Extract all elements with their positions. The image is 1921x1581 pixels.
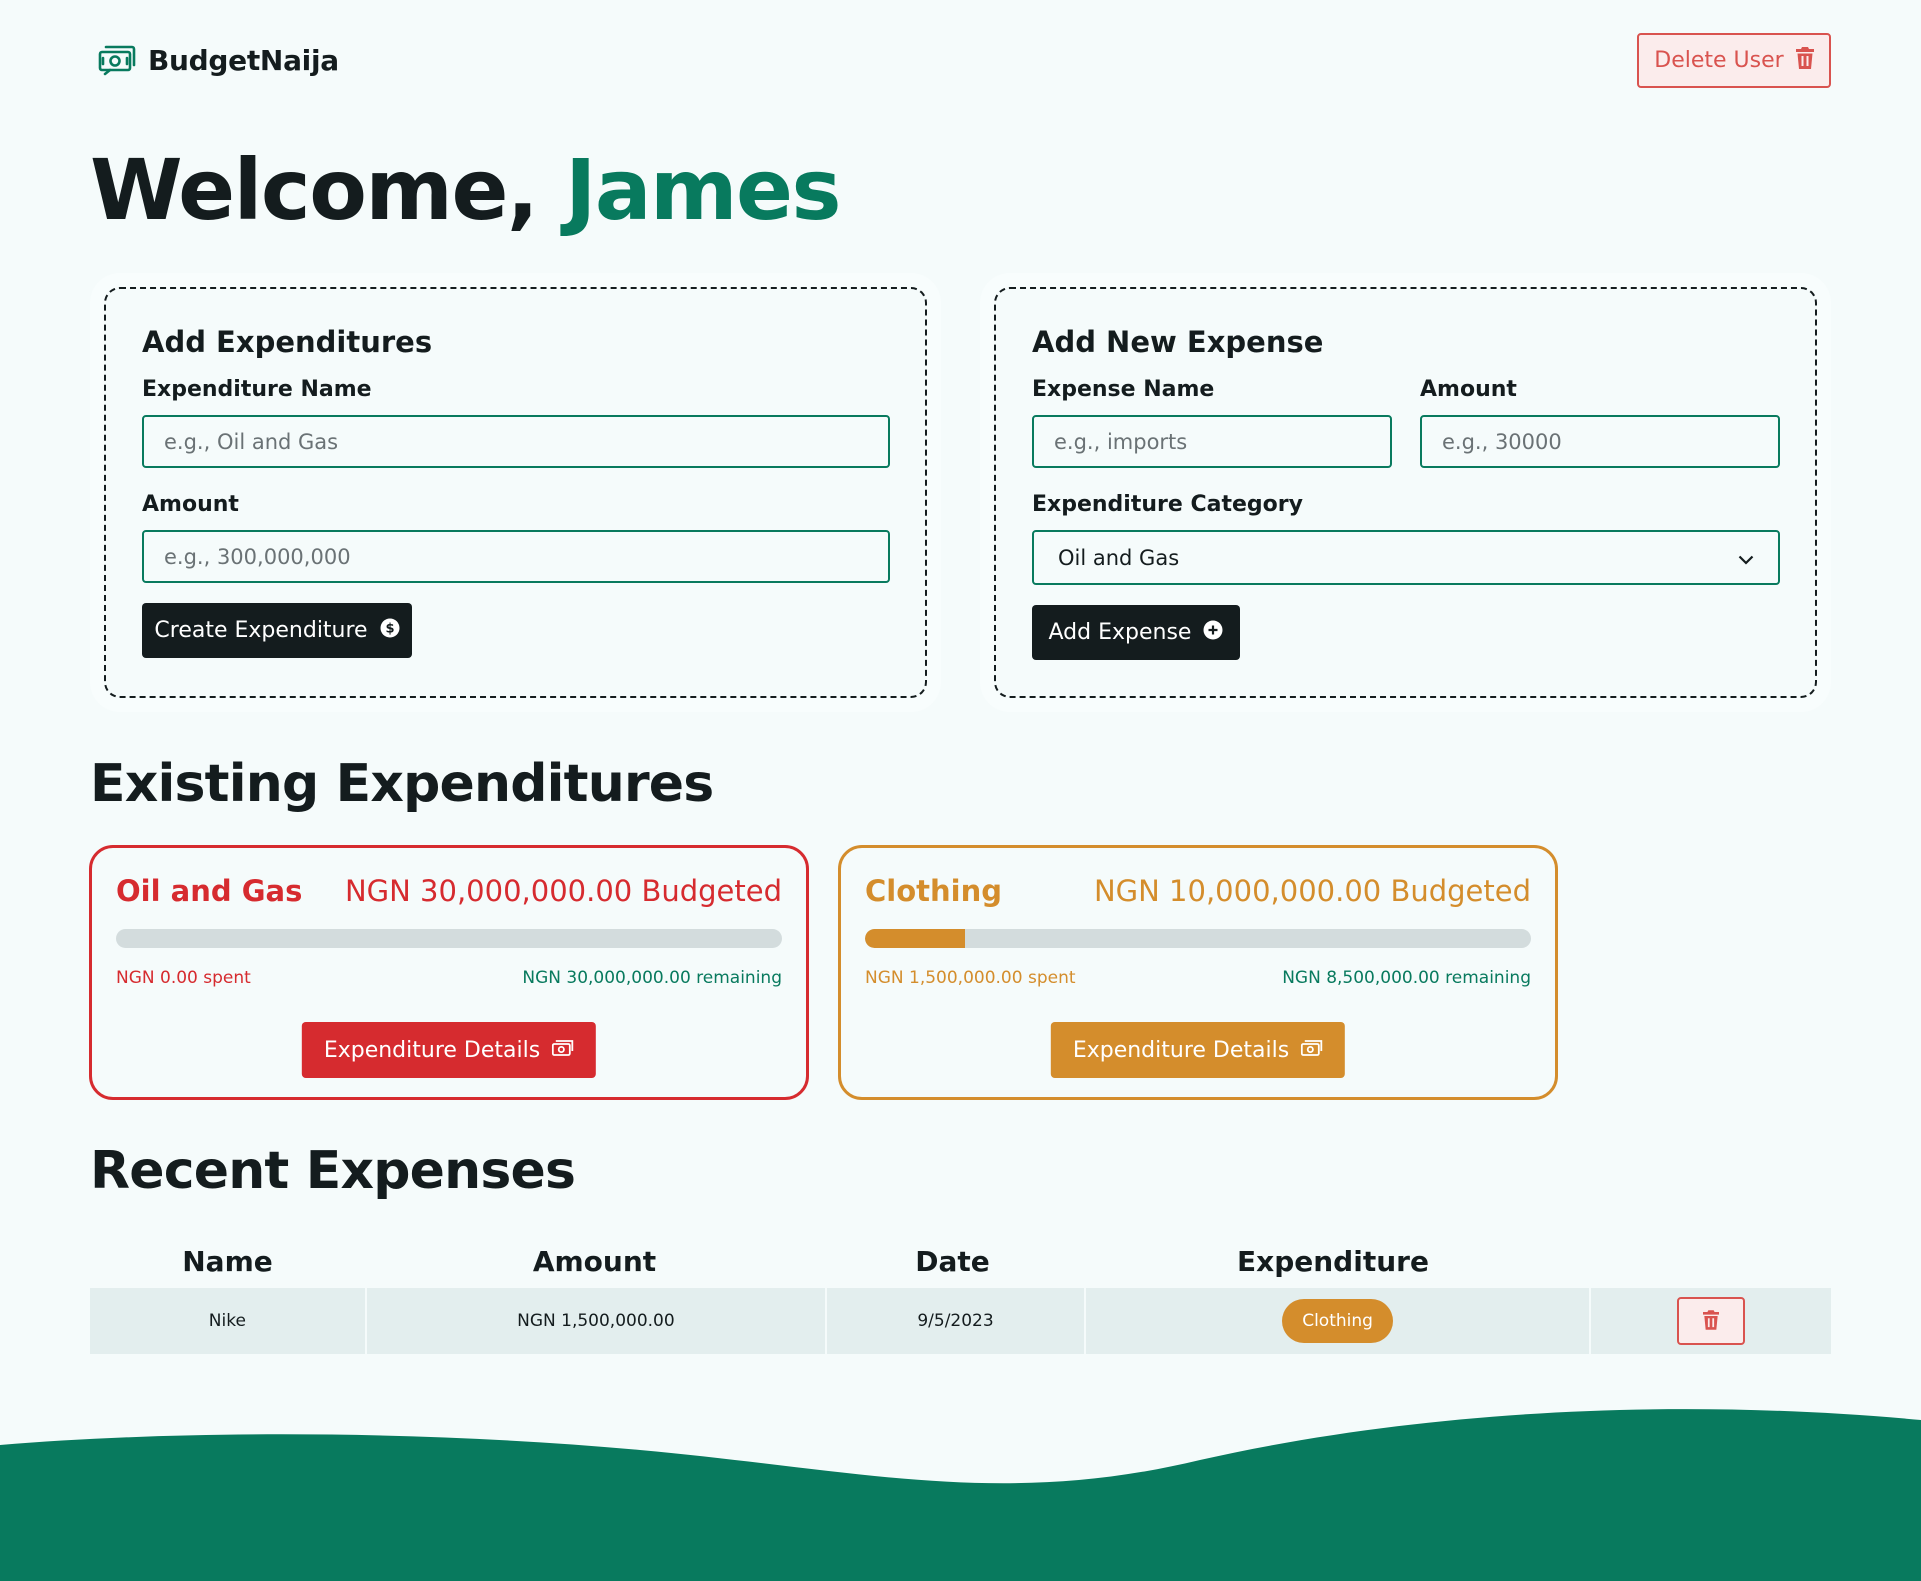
expenditure-card-name: Clothing [865, 874, 1002, 908]
expenditure-amount-input[interactable] [142, 530, 890, 583]
delete-user-label: Delete User [1654, 48, 1784, 73]
expenditure-details-button[interactable]: Expenditure Details [1050, 1022, 1346, 1078]
expenditure-card-budgeted: NGN 10,000,000.00 Budgeted [1093, 874, 1531, 908]
expenditure-card-remaining: NGN 8,500,000.00 remaining [1282, 968, 1531, 988]
add-expense-button[interactable]: Add Expense [1032, 605, 1240, 660]
dollar-circle-icon: $ [380, 618, 400, 644]
column-header-name: Name [182, 1244, 273, 1278]
existing-expenditures-title: Existing Expenditures [90, 754, 714, 814]
add-expense-label: Add Expense [1048, 620, 1192, 645]
expense-expenditure-cell: Clothing [1085, 1288, 1590, 1354]
expense-name-cell: Nike [90, 1288, 365, 1354]
table-header: Name Amount Date Expenditure [90, 1235, 1831, 1287]
expenditure-progress-fill [865, 929, 965, 948]
welcome-user-name: James [565, 141, 841, 239]
trash-icon [1703, 1309, 1720, 1333]
expense-name-input[interactable] [1032, 415, 1392, 468]
chevron-down-icon [1738, 546, 1754, 570]
delete-user-button[interactable]: Delete User [1637, 33, 1831, 88]
expenditure-details-label: Expenditure Details [1072, 1037, 1290, 1063]
expenditure-progress-bar [116, 929, 782, 948]
expenditure-card: Oil and Gas NGN 30,000,000.00 Budgeted N… [89, 845, 809, 1100]
table-row: Nike NGN 1,500,000.00 9/5/2023 Clothing [90, 1288, 1831, 1354]
svg-text:$: $ [385, 621, 394, 636]
add-expense-form: Add New Expense Expense Name Amount Expe… [994, 287, 1817, 698]
expenditure-card-spent: NGN 0.00 spent [116, 968, 251, 988]
top-nav: BudgetNaija Delete User [98, 33, 1831, 89]
recent-expenses-title: Recent Expenses [90, 1141, 576, 1201]
money-bill-icon [552, 1038, 574, 1063]
expenditure-badge[interactable]: Clothing [1282, 1299, 1393, 1343]
expense-amount-cell: NGN 1,500,000.00 [366, 1288, 826, 1354]
expenditure-details-label: Expenditure Details [323, 1037, 541, 1063]
expenditure-name-label: Expenditure Name [142, 377, 372, 402]
expenditure-name-input[interactable] [142, 415, 890, 468]
add-expenditure-form: Add Expenditures Expenditure Name Amount… [104, 287, 927, 698]
expenditure-card: Clothing NGN 10,000,000.00 Budgeted NGN … [838, 845, 1558, 1100]
expense-date-cell: 9/5/2023 [827, 1288, 1084, 1354]
expenditure-progress-bar [865, 929, 1531, 948]
column-header-date: Date [915, 1244, 990, 1278]
expenditure-card-remaining: NGN 30,000,000.00 remaining [522, 968, 782, 988]
money-bill-icon [98, 43, 136, 77]
expense-amount-input[interactable] [1420, 415, 1780, 468]
column-header-expenditure: Expenditure [1237, 1244, 1429, 1278]
footer-wave [0, 1409, 1921, 1581]
trash-icon [1795, 46, 1814, 75]
expenditure-category-label: Expenditure Category [1032, 492, 1303, 517]
expenditure-amount-label: Amount [142, 492, 239, 517]
brand-name: BudgetNaija [148, 43, 339, 77]
welcome-greeting: Welcome, [90, 141, 539, 239]
brand[interactable]: BudgetNaija [98, 43, 339, 77]
welcome-heading: Welcome, James [90, 148, 842, 232]
expenditure-details-button[interactable]: Expenditure Details [301, 1022, 597, 1078]
add-expenditure-title: Add Expenditures [142, 325, 433, 359]
plus-circle-icon [1203, 620, 1223, 646]
add-expense-title: Add New Expense [1032, 325, 1324, 359]
expense-actions-cell [1591, 1288, 1831, 1354]
create-expenditure-label: Create Expenditure [154, 618, 368, 643]
expenditure-card-budgeted: NGN 30,000,000.00 Budgeted [344, 874, 782, 908]
expenditure-card-name: Oil and Gas [116, 874, 303, 908]
expenditure-category-select[interactable]: Oil and Gas [1032, 530, 1780, 585]
create-expenditure-button[interactable]: Create Expenditure $ [142, 603, 412, 658]
expense-amount-label: Amount [1420, 377, 1517, 402]
expenditure-card-spent: NGN 1,500,000.00 spent [865, 968, 1076, 988]
expenditure-category-value: Oil and Gas [1058, 545, 1180, 570]
money-bill-icon [1301, 1038, 1323, 1063]
expense-name-label: Expense Name [1032, 377, 1215, 402]
delete-expense-button[interactable] [1677, 1297, 1746, 1345]
column-header-amount: Amount [532, 1244, 657, 1278]
recent-expenses-table: Name Amount Date Expenditure Nike NGN 1,… [90, 1235, 1831, 1354]
